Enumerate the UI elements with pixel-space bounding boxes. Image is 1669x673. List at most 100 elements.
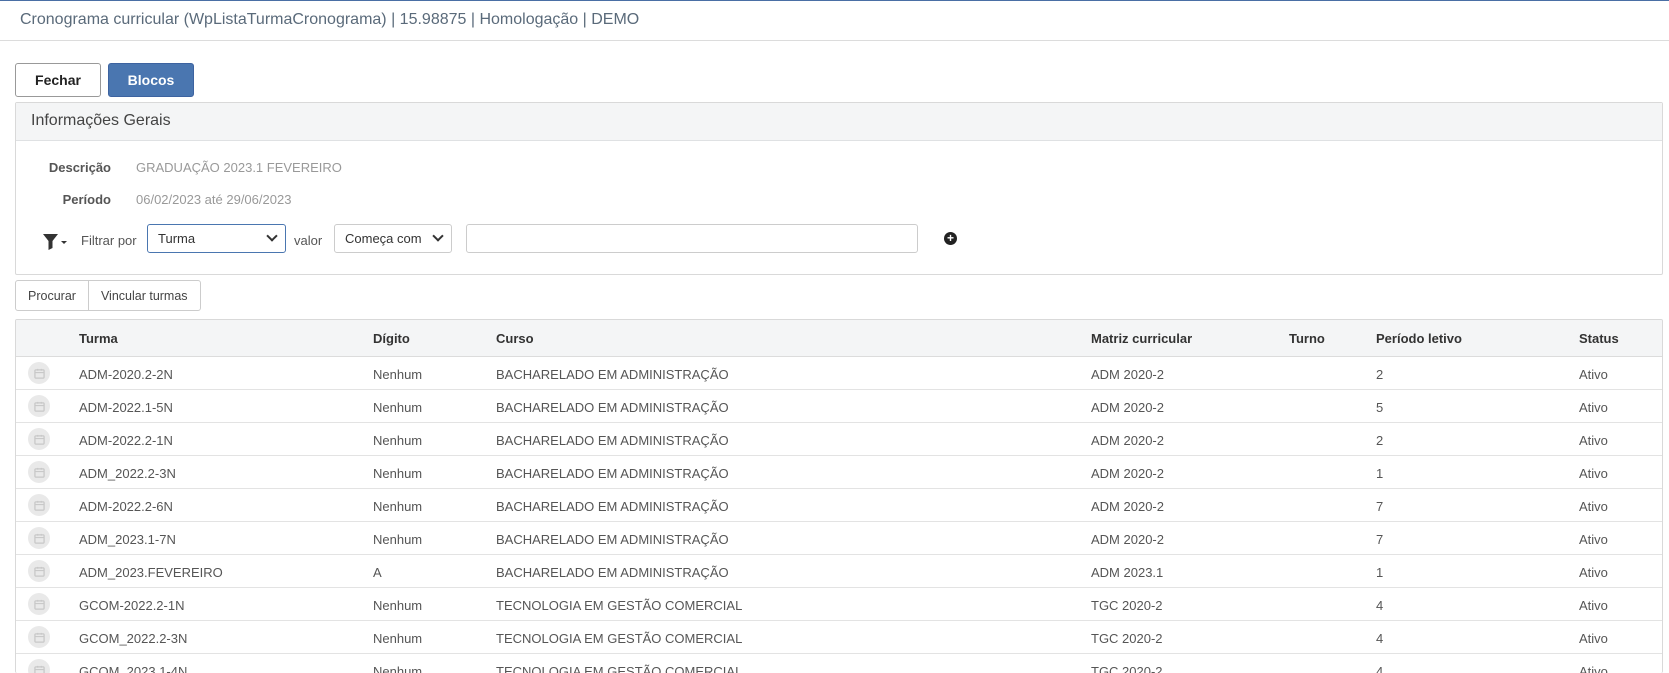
cell-periodo: 4 <box>1376 664 1384 673</box>
link-classes-button[interactable]: Vincular turmas <box>87 281 200 310</box>
cell-matriz: ADM 2020-2 <box>1091 400 1164 415</box>
table-row[interactable]: ADM_2022.2-3N Nenhum BACHARELADO EM ADMINI… <box>16 456 1662 489</box>
cell-matriz: ADM 2020-2 <box>1091 466 1164 481</box>
cell-periodo: 4 <box>1376 631 1384 646</box>
cell-status: Ativo <box>1579 532 1608 547</box>
cell-curso: BACHARELADO EM ADMINISTRAÇÃO <box>496 367 729 382</box>
cell-periodo: 7 <box>1376 532 1384 547</box>
cell-turma: ADM_2023.1-7N <box>79 532 176 547</box>
description-label: Descrição <box>48 160 111 175</box>
cell-matriz: ADM 2020-2 <box>1091 499 1164 514</box>
calendar-icon[interactable] <box>28 659 50 673</box>
cell-curso: TECNOLOGIA EM GESTÃO COMERCIAL <box>496 631 743 646</box>
filter-operator-select[interactable]: Começa com <box>334 224 452 253</box>
filter-field-select[interactable]: Turma <box>147 224 286 253</box>
table-row[interactable]: GCOM_2022.2-3N Nenhum TECNOLOGIA EM GESTÃO… <box>16 621 1662 654</box>
cell-turma: ADM_2022.2-3N <box>79 466 176 481</box>
page-title: Cronograma curricular (WpListaTurmaCrono… <box>20 11 640 28</box>
cell-matriz: ADM 2020-2 <box>1091 433 1164 448</box>
period-label: Período <box>62 192 111 207</box>
cell-curso: BACHARELADO EM ADMINISTRAÇÃO <box>496 433 729 448</box>
cell-status: Ativo <box>1579 565 1608 580</box>
panel-title: Informações Gerais <box>16 103 1662 141</box>
classes-table: Turma Dígito Curso Matriz curricular Tur… <box>15 319 1663 673</box>
calendar-icon[interactable] <box>28 461 50 483</box>
filter-icon[interactable] <box>43 233 69 251</box>
calendar-icon[interactable] <box>28 593 50 615</box>
filter-field-value: Turma <box>158 231 196 246</box>
column-header-matriz[interactable]: Matriz curricular <box>1091 331 1192 346</box>
cell-turma: ADM-2022.1-5N <box>79 400 173 415</box>
description-value: GRADUAÇÃO 2023.1 FEVEREIRO <box>136 160 342 175</box>
column-header-periodo[interactable]: Período letivo <box>1376 331 1462 346</box>
cell-status: Ativo <box>1579 664 1608 673</box>
cell-turma: ADM-2022.2-1N <box>79 433 173 448</box>
plus-circle-icon[interactable]: + <box>944 232 957 245</box>
column-header-status[interactable]: Status <box>1579 331 1619 346</box>
table-row[interactable]: ADM-2022.2-6N Nenhum BACHARELADO EM ADMINI… <box>16 489 1662 522</box>
filter-operator-value: Começa com <box>345 231 422 246</box>
cell-turma: ADM_2023.FEVEREIRO <box>79 565 223 580</box>
value-label: valor <box>294 233 323 248</box>
column-header-turma[interactable]: Turma <box>79 331 118 346</box>
calendar-icon[interactable] <box>28 626 50 648</box>
cell-digito: Nenhum <box>373 499 423 514</box>
table-row[interactable]: ADM_2023.1-7N Nenhum BACHARELADO EM ADMINI… <box>16 522 1662 555</box>
cell-matriz: TGC 2020-2 <box>1091 664 1163 673</box>
table-row[interactable]: ADM-2022.1-5N Nenhum BACHARELADO EM ADMINI… <box>16 390 1662 423</box>
cell-turma: GCOM_2023.1-4N <box>79 664 188 673</box>
cell-digito: Nenhum <box>373 631 423 646</box>
search-button[interactable]: Procurar <box>16 281 88 310</box>
chevron-down-icon <box>432 230 444 242</box>
table-row[interactable]: GCOM_2023.1-4N Nenhum TECNOLOGIA EM GESTÃO… <box>16 654 1662 673</box>
table-row[interactable]: GCOM-2022.2-1N Nenhum TECNOLOGIA EM GESTÃO… <box>16 588 1662 621</box>
close-button[interactable]: Fechar <box>15 63 101 97</box>
cell-periodo: 1 <box>1376 466 1384 481</box>
cell-periodo: 2 <box>1376 433 1384 448</box>
grid-toolbar: Procurar Vincular turmas <box>15 280 201 311</box>
title-bar: Cronograma curricular (WpListaTurmaCrono… <box>0 0 1669 41</box>
cell-status: Ativo <box>1579 631 1608 646</box>
cell-curso: TECNOLOGIA EM GESTÃO COMERCIAL <box>496 664 743 673</box>
calendar-icon[interactable] <box>28 428 50 450</box>
cell-digito: Nenhum <box>373 466 423 481</box>
cell-digito: Nenhum <box>373 367 423 382</box>
cell-matriz: ADM 2020-2 <box>1091 367 1164 382</box>
cell-status: Ativo <box>1579 598 1608 613</box>
cell-periodo: 2 <box>1376 367 1384 382</box>
cell-turma: ADM-2020.2-2N <box>79 367 173 382</box>
cell-curso: BACHARELADO EM ADMINISTRAÇÃO <box>496 565 729 580</box>
cell-digito: A <box>373 565 382 580</box>
cell-curso: TECNOLOGIA EM GESTÃO COMERCIAL <box>496 598 743 613</box>
table-body: ADM-2020.2-2N Nenhum BACHARELADO EM ADMINI… <box>16 357 1662 673</box>
table-row[interactable]: ADM_2023.FEVEREIRO A BACHARELADO EM ADMINI… <box>16 555 1662 588</box>
table-header: Turma Dígito Curso Matriz curricular Tur… <box>16 320 1662 357</box>
calendar-icon[interactable] <box>28 560 50 582</box>
cell-periodo: 4 <box>1376 598 1384 613</box>
calendar-icon[interactable] <box>28 362 50 384</box>
cell-status: Ativo <box>1579 466 1608 481</box>
column-header-digito[interactable]: Dígito <box>373 331 410 346</box>
calendar-icon[interactable] <box>28 494 50 516</box>
cell-matriz: TGC 2020-2 <box>1091 598 1163 613</box>
cell-matriz: ADM 2023.1 <box>1091 565 1164 580</box>
calendar-icon[interactable] <box>28 395 50 417</box>
cell-digito: Nenhum <box>373 598 423 613</box>
table-row[interactable]: ADM-2020.2-2N Nenhum BACHARELADO EM ADMINI… <box>16 357 1662 390</box>
cell-digito: Nenhum <box>373 400 423 415</box>
cell-matriz: ADM 2020-2 <box>1091 532 1164 547</box>
chevron-down-icon <box>266 230 278 242</box>
filter-value-input[interactable] <box>466 224 918 253</box>
blocks-button[interactable]: Blocos <box>108 63 194 97</box>
column-header-curso[interactable]: Curso <box>496 331 534 346</box>
cell-status: Ativo <box>1579 499 1608 514</box>
cell-periodo: 5 <box>1376 400 1384 415</box>
table-row[interactable]: ADM-2022.2-1N Nenhum BACHARELADO EM ADMINI… <box>16 423 1662 456</box>
cell-turma: GCOM-2022.2-1N <box>79 598 185 613</box>
cell-turma: ADM-2022.2-6N <box>79 499 173 514</box>
cell-status: Ativo <box>1579 400 1608 415</box>
column-header-turno[interactable]: Turno <box>1289 331 1325 346</box>
cell-status: Ativo <box>1579 367 1608 382</box>
cell-digito: Nenhum <box>373 664 423 673</box>
calendar-icon[interactable] <box>28 527 50 549</box>
